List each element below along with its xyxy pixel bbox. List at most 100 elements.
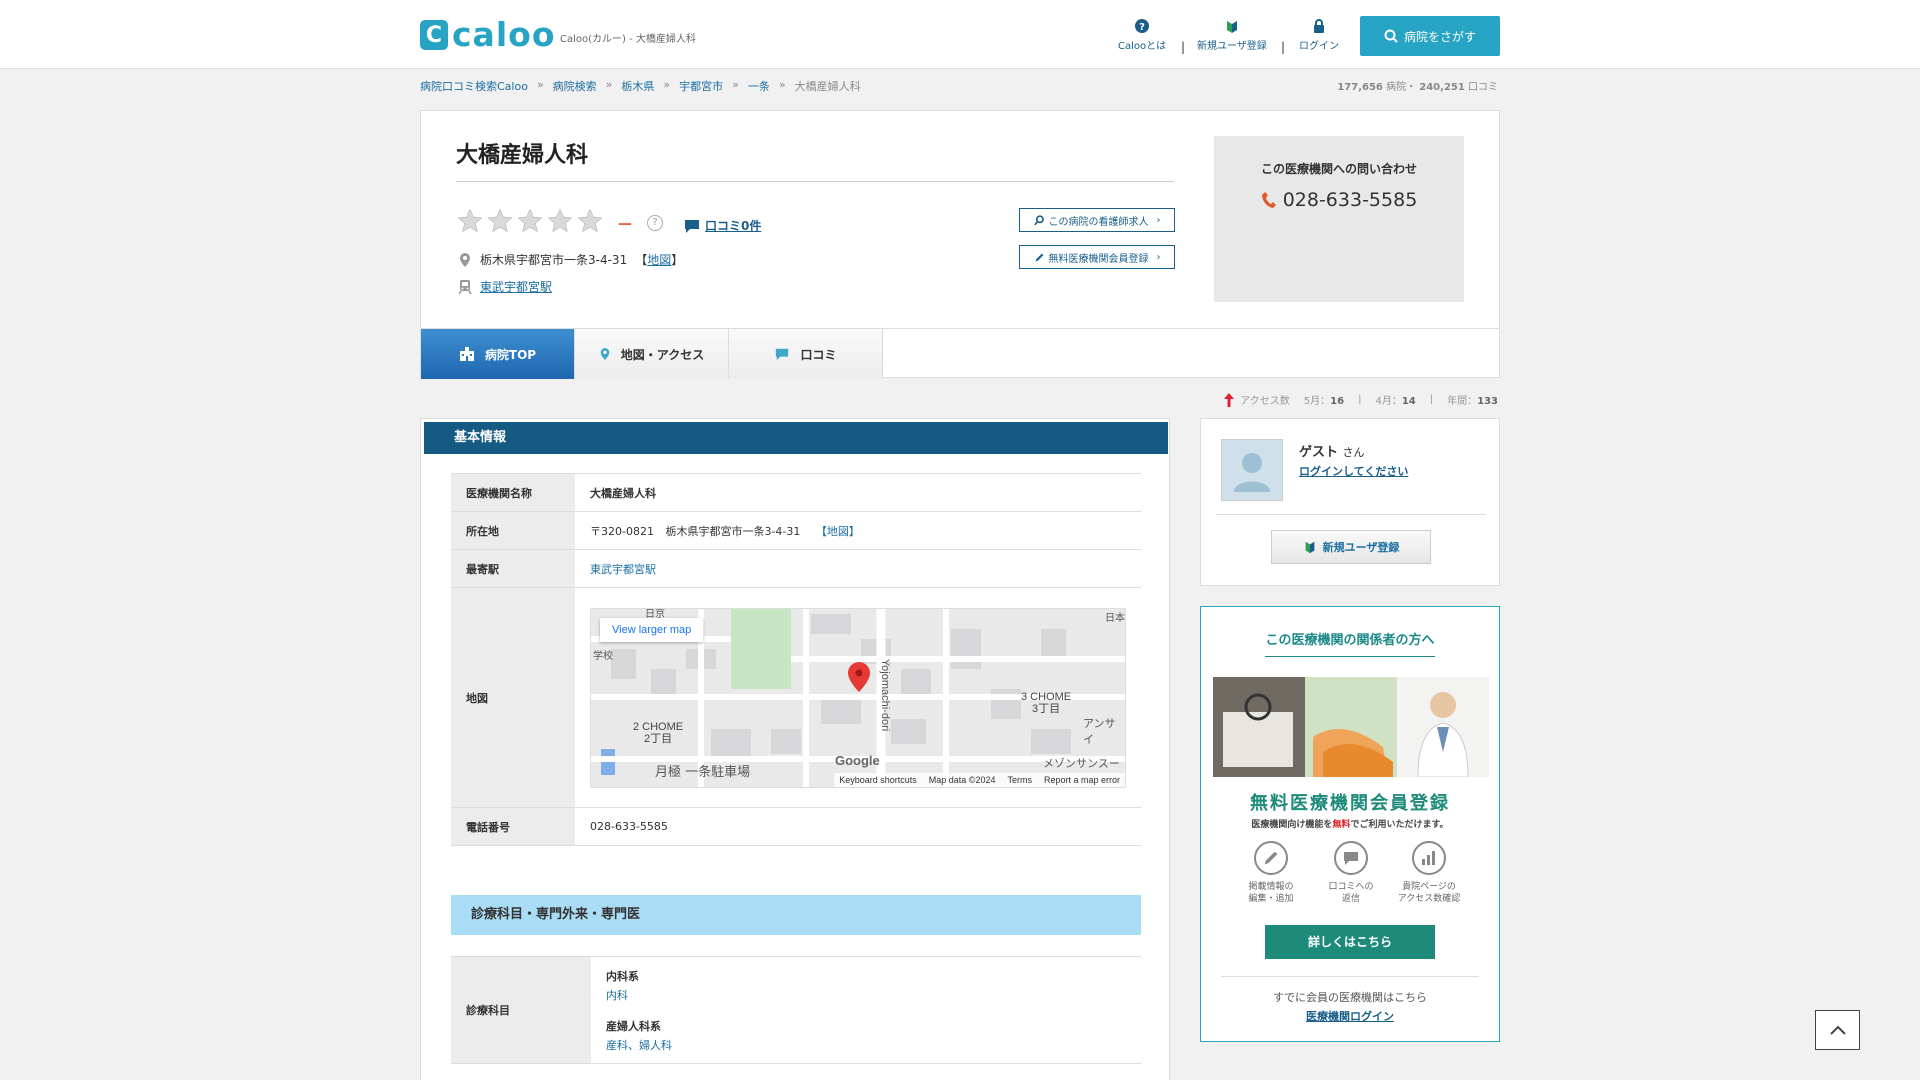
promo-photo (1213, 677, 1489, 777)
bar-chart-icon (1412, 841, 1446, 875)
user-register-button[interactable]: 新規ユーザ登録 (1271, 530, 1431, 564)
row-value: 大橋産婦人科 (575, 473, 1141, 512)
star-empty-icon (517, 208, 543, 233)
pencil-icon (1254, 841, 1288, 875)
star-empty-icon (457, 208, 483, 233)
nav-about-caloo[interactable]: ? Calooとは (1118, 18, 1166, 52)
embedded-map[interactable]: View larger map 2 CHOME 2丁目 3 CHOME 3丁目 Yo… (590, 607, 1126, 788)
feature-reply-reviews: 口コミへの 返信 (1311, 841, 1391, 905)
speech-bubble-icon (776, 348, 789, 361)
rating-help-icon[interactable]: ? (647, 215, 663, 231)
feature-label: 編集・追加 (1248, 894, 1294, 904)
nav-register[interactable]: 新規ユーザ登録 (1197, 18, 1267, 52)
access-apr-value: 14 (1401, 396, 1416, 407)
postal-code: 〒320-0821 (590, 524, 654, 538)
chevron-right-icon: › (1156, 251, 1161, 263)
address-map-link[interactable]: 【地図】 (816, 525, 860, 538)
feature-label: アクセス数確認 (1397, 894, 1461, 904)
tab-reviews[interactable]: 口コミ (729, 329, 883, 379)
breadcrumb-separator: » (536, 78, 544, 91)
tab-hospital-top-label: 病院TOP (484, 347, 537, 362)
keyboard-shortcuts-link[interactable]: Keyboard shortcuts (839, 775, 917, 785)
rating-stars (456, 207, 604, 235)
basic-info-table: 医療機関名称 大橋産婦人科 所在地 〒320-0821 栃木県宇都宮市一条3-4… (451, 473, 1141, 846)
hospital-tabs: 病院TOP 地図・アクセス 口コミ (421, 328, 1499, 379)
tab-map-access[interactable]: 地図・アクセス (575, 329, 729, 379)
main-content: 基本情報 医療機関名称 大橋産婦人科 所在地 〒320-0821 栃木県宇都宮市… (420, 418, 1170, 1080)
station-row: 東武宇都宮駅 (458, 278, 552, 295)
review-count: 240,251 (1419, 82, 1465, 93)
table-row: 電話番号 028-633-5585 (451, 807, 1141, 846)
back-to-top-button[interactable] (1815, 1010, 1860, 1050)
nav-register-label: 新規ユーザ登録 (1197, 41, 1267, 52)
user-panel: ゲスト さん ログインしてください 新規ユーザ登録 (1200, 418, 1500, 586)
map-data-text: Map data ©2024 (928, 774, 996, 785)
view-larger-map-link[interactable]: View larger map (600, 617, 704, 642)
breadcrumb-item[interactable]: 一条 (748, 78, 770, 94)
medical-login-link[interactable]: 医療機関ログイン (1201, 1008, 1499, 1024)
table-row: 地図 View larger map 2 CHOME 2丁目 3 CHOME 3… (451, 587, 1141, 808)
divider (1221, 976, 1479, 977)
svg-text:?: ? (1139, 22, 1145, 33)
free-member-register-button[interactable]: 無料医療機関会員登録 › (1019, 245, 1175, 269)
already-member-text: すでに会員の医療機関はこちら (1272, 991, 1428, 1004)
breadcrumb-item[interactable]: 病院口コミ検索Caloo (420, 78, 528, 94)
table-row: 医療機関名称 大橋産婦人科 (451, 473, 1141, 512)
address-row: 栃木県宇都宮市一条3-4-31 【地図】 (458, 251, 683, 268)
free-registration-title: 無料医療機関会員登録 (1250, 793, 1450, 814)
breadcrumb-item[interactable]: 病院検索 (553, 78, 597, 94)
row-label: 所在地 (451, 511, 575, 550)
departments-table: 診療科目 内科系 内科 産婦人科系 産科、婦人科 (451, 956, 1141, 1064)
arrow-up-icon (1224, 392, 1235, 407)
feature-access-stats: 貴院ページの アクセス数確認 (1389, 841, 1469, 905)
login-prompt-link[interactable]: ログインしてください (1299, 463, 1408, 479)
department-group: 産婦人科系 (606, 1020, 661, 1033)
map-poi-label: メゾンサンスー (1043, 756, 1120, 770)
report-map-error-link[interactable]: Report a map error (1044, 775, 1120, 785)
search-hospital-button[interactable]: 病院をさがす (1360, 16, 1500, 56)
chevron-right-icon: › (1156, 214, 1161, 226)
map-footer: Keyboard shortcuts Map data ©2024 Terms … (834, 772, 1125, 787)
user-register-label: 新規ユーザ登録 (1322, 541, 1400, 554)
tab-reviews-label: 口コミ (800, 347, 837, 362)
breadcrumb-item[interactable]: 宇都宮市 (679, 78, 723, 94)
caloo-logo[interactable]: C caloo (420, 18, 555, 52)
related-title: この医療機関の関係者の方へ (1265, 633, 1435, 648)
subtitle-text: 医療機関向け機能を (1251, 820, 1333, 830)
station-link[interactable]: 東武宇都宮駅 (480, 278, 552, 295)
table-row: 所在地 〒320-0821 栃木県宇都宮市一条3-4-31 【地図】 (451, 511, 1141, 550)
department-group: 内科系 (606, 970, 639, 983)
promo-image (1213, 677, 1489, 777)
nurse-jobs-button[interactable]: この病院の看護師求人 › (1019, 208, 1175, 232)
map-terms-link[interactable]: Terms (1007, 775, 1032, 785)
details-button[interactable]: 詳しくはこちら (1265, 925, 1435, 959)
feature-label: 貴院ページの (1402, 882, 1456, 892)
chevron-up-icon (1829, 1025, 1846, 1035)
nav-login-label: ログイン (1299, 41, 1339, 52)
address-map-link[interactable]: 地図 (647, 253, 671, 267)
row-label: 診療科目 (451, 957, 591, 1063)
beginner-mark-icon (1305, 541, 1314, 554)
separator: | (1358, 394, 1362, 405)
free-registration-subtitle: 医療機関向け機能を無料でご利用いただけます。 (1201, 817, 1499, 830)
breadcrumb-item[interactable]: 栃木県 (621, 78, 654, 94)
guest-name: ゲスト さん (1299, 441, 1365, 460)
feature-label: 返信 (1341, 894, 1360, 904)
contact-phone-number[interactable]: 028-633-5585 (1283, 189, 1418, 211)
star-empty-icon (487, 208, 513, 233)
breadcrumb-separator: » (778, 78, 786, 91)
row-value: 〒320-0821 栃木県宇都宮市一条3-4-31 【地図】 (575, 511, 1141, 550)
question-icon: ? (1135, 19, 1150, 33)
department-link[interactable]: 産科、婦人科 (606, 1039, 672, 1052)
contact-box: この医療機関への問い合わせ 028-633-5585 (1214, 136, 1464, 302)
feature-label: 掲載情報の (1248, 882, 1294, 892)
station-link[interactable]: 東武宇都宮駅 (590, 563, 656, 576)
reviews-count-link[interactable]: 口コミ0件 (683, 217, 761, 234)
google-logo: Google (835, 752, 880, 768)
nav-login[interactable]: ログイン (1299, 18, 1339, 52)
department-link[interactable]: 内科 (606, 989, 628, 1002)
tab-hospital-top[interactable]: 病院TOP (421, 329, 575, 379)
map-road-label: Yojomachi-dori (879, 658, 892, 731)
access-year-value: 133 (1477, 396, 1498, 407)
access-label: アクセス数 (1240, 396, 1290, 407)
